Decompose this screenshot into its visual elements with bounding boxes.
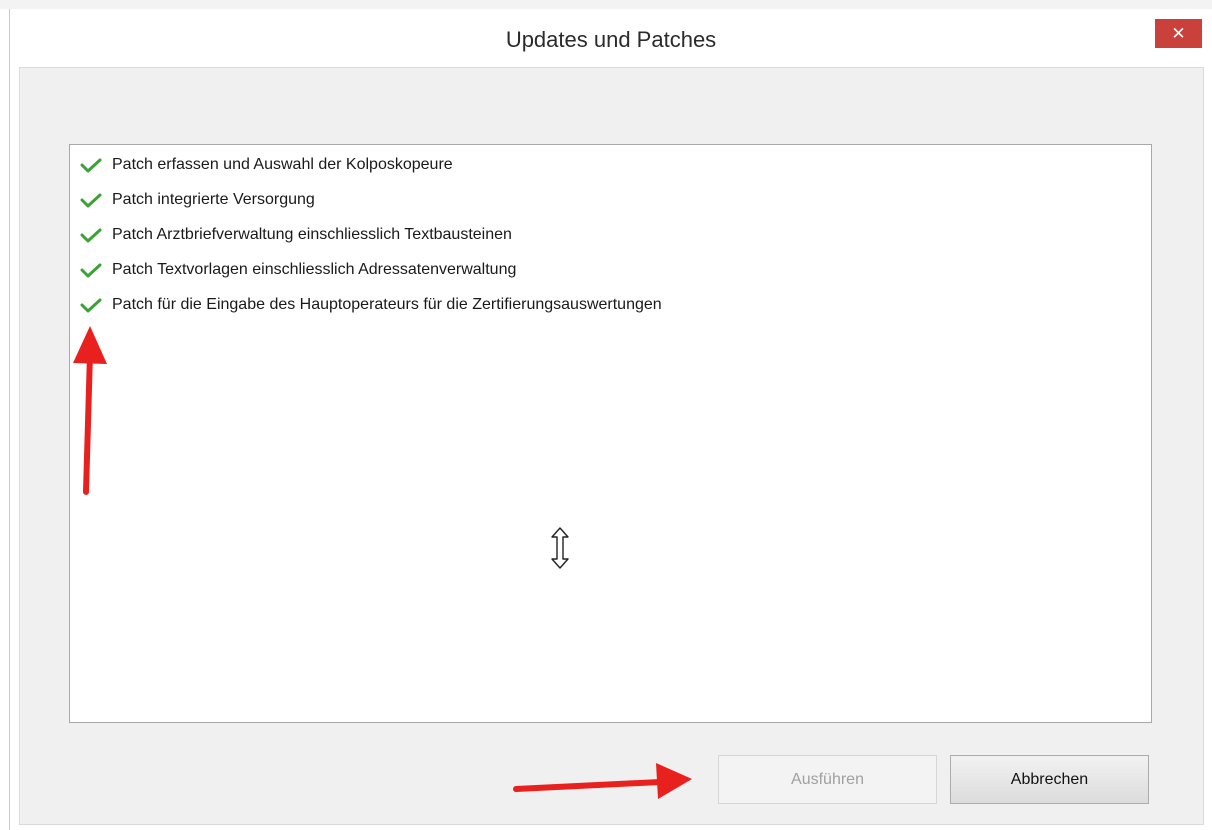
check-icon	[80, 298, 102, 313]
check-icon	[80, 228, 102, 243]
list-item-label: Patch erfassen und Auswahl der Kolposkop…	[112, 156, 453, 173]
dialog-window: Updates und Patches ✕ Patch erfassen und…	[9, 9, 1212, 830]
list-item-label: Patch Arztbriefverwaltung einschliesslic…	[112, 226, 512, 243]
list-item[interactable]: Patch für die Eingabe des Hauptoperateur…	[80, 294, 662, 316]
patch-list[interactable]: Patch erfassen und Auswahl der Kolposkop…	[69, 144, 1152, 723]
list-item[interactable]: Patch Textvorlagen einschliesslich Adres…	[80, 259, 516, 281]
list-item[interactable]: Patch integrierte Versorgung	[80, 189, 315, 211]
screen-top-strip	[0, 0, 1212, 9]
close-button[interactable]: ✕	[1155, 19, 1202, 48]
cancel-button[interactable]: Abbrechen	[950, 755, 1149, 804]
list-item-label: Patch Textvorlagen einschliesslich Adres…	[112, 261, 517, 278]
title-bar[interactable]: Updates und Patches ✕	[10, 9, 1212, 67]
list-item[interactable]: Patch Arztbriefverwaltung einschliesslic…	[80, 224, 512, 246]
dialog-client-area: Patch erfassen und Auswahl der Kolposkop…	[19, 67, 1204, 825]
run-button[interactable]: Ausführen	[718, 755, 937, 804]
check-icon	[80, 158, 102, 173]
list-item-label: Patch integrierte Versorgung	[112, 191, 315, 208]
check-icon	[80, 193, 102, 208]
close-icon: ✕	[1171, 24, 1186, 43]
list-item[interactable]: Patch erfassen und Auswahl der Kolposkop…	[80, 154, 453, 176]
check-icon	[80, 263, 102, 278]
resize-vertical-cursor-icon	[551, 527, 569, 569]
window-title: Updates und Patches	[505, 27, 717, 52]
list-item-label: Patch für die Eingabe des Hauptoperateur…	[112, 296, 662, 313]
